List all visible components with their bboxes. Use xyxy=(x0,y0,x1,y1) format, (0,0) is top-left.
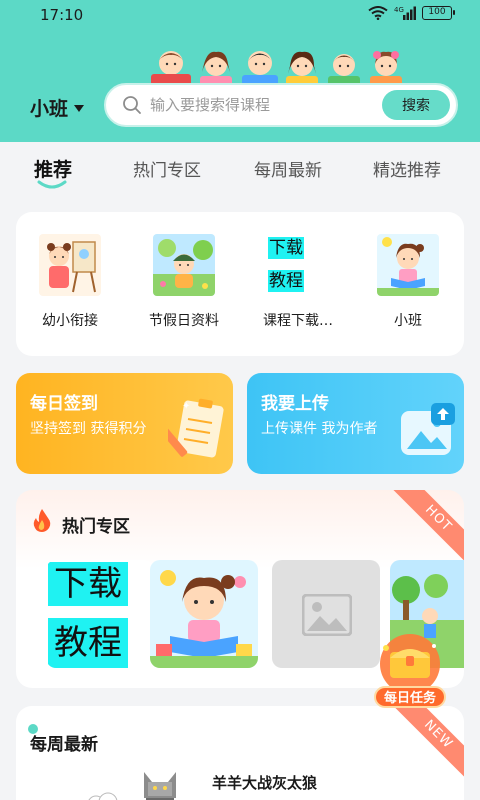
category-item[interactable]: 节假日资料 xyxy=(134,234,234,330)
category-label: 节假日资料 xyxy=(149,313,219,329)
clipboard-pencil-icon: ✦ xyxy=(168,398,224,458)
header: 17:10 4G 100 小班 输入要搜索得课程 搜索 xyxy=(0,0,480,142)
child-painting-icon xyxy=(39,234,101,296)
new-badge: NEW xyxy=(387,706,464,786)
tab-hot[interactable]: 热门专区 xyxy=(133,156,201,181)
new-item-title[interactable]: 羊羊大战灰太狼 xyxy=(212,772,317,793)
thumb-text-line: 下载 xyxy=(268,237,304,259)
kids-illustration xyxy=(151,51,402,86)
tab-recommend[interactable]: 推荐 xyxy=(34,155,72,182)
girl-reading-icon xyxy=(377,234,439,296)
category-item[interactable]: 幼小衔接 xyxy=(20,234,120,330)
category-item[interactable]: 下载 教程 课程下载… xyxy=(248,234,348,330)
new-section-card: 每周最新 NEW 羊羊大战灰太狼 xyxy=(16,706,464,800)
girl-reading-icon xyxy=(150,560,258,668)
thumb-text-line: 教程 xyxy=(48,618,128,668)
search-button[interactable]: 搜索 xyxy=(382,90,450,120)
category-label: 幼小衔接 xyxy=(42,313,98,329)
daily-task-button[interactable]: 每日任务 xyxy=(370,632,450,710)
upload-title: 我要上传 xyxy=(261,394,329,414)
daily-task-label: 每日任务 xyxy=(374,686,446,708)
hot-item[interactable] xyxy=(150,560,258,668)
search-box: 搜索 xyxy=(104,83,458,127)
thumb-text-line: 教程 xyxy=(268,270,304,292)
status-icons: 4G 100 xyxy=(368,6,455,20)
kid-outdoor-icon xyxy=(153,234,215,296)
thumb-text-line: 下载 xyxy=(48,562,128,606)
signin-subtitle: 坚持签到 获得积分 xyxy=(30,421,147,437)
upload-subtitle: 上传课件 我为作者 xyxy=(261,421,378,437)
hot-item[interactable]: 下载 教程 xyxy=(46,560,154,668)
treasure-chest-icon xyxy=(380,634,440,694)
signal-icon: 4G xyxy=(394,6,416,20)
active-tab-indicator xyxy=(37,180,67,189)
upload-card[interactable]: 我要上传 上传课件 我为作者 xyxy=(247,373,464,474)
category-label: 课程下载… xyxy=(263,313,333,329)
category-item[interactable]: 小班 xyxy=(358,234,458,330)
tab-bar: 推荐 热门专区 每周最新 精选推荐 xyxy=(0,142,480,194)
grade-label: 小班 xyxy=(30,98,69,120)
hot-item[interactable] xyxy=(272,560,380,668)
network-type: 4G xyxy=(394,6,404,14)
category-card: 幼小衔接 节假日资料 下载 教程 课程下载… 小班 xyxy=(16,212,464,356)
status-time: 17:10 xyxy=(40,6,84,24)
tab-weekly-new[interactable]: 每周最新 xyxy=(254,156,322,181)
image-placeholder-icon xyxy=(302,594,352,636)
search-input[interactable] xyxy=(150,96,382,114)
hot-badge: HOT xyxy=(387,490,464,570)
search-icon xyxy=(123,96,141,114)
grade-selector[interactable]: 小班 xyxy=(30,94,85,121)
download-tutorial-icon: 下载 教程 xyxy=(267,234,329,296)
daily-signin-card[interactable]: 每日签到 坚持签到 获得积分 ✦ xyxy=(16,373,233,474)
hot-section-title: 热门专区 xyxy=(62,517,130,537)
sheep-thumb-icon xyxy=(88,792,118,800)
tab-featured[interactable]: 精选推荐 xyxy=(373,156,441,181)
upload-image-icon xyxy=(401,403,455,455)
fire-icon xyxy=(33,509,51,532)
svg-text:✦: ✦ xyxy=(182,401,190,412)
grey-wolf-thumb-icon xyxy=(144,772,176,800)
category-label: 小班 xyxy=(394,313,422,329)
new-section-title: 每周最新 xyxy=(30,735,98,755)
battery-icon: 100 xyxy=(422,6,455,20)
chevron-down-icon xyxy=(74,105,85,112)
wifi-icon xyxy=(368,6,388,20)
status-bar: 17:10 4G 100 xyxy=(0,0,480,30)
signin-title: 每日签到 xyxy=(30,394,98,414)
